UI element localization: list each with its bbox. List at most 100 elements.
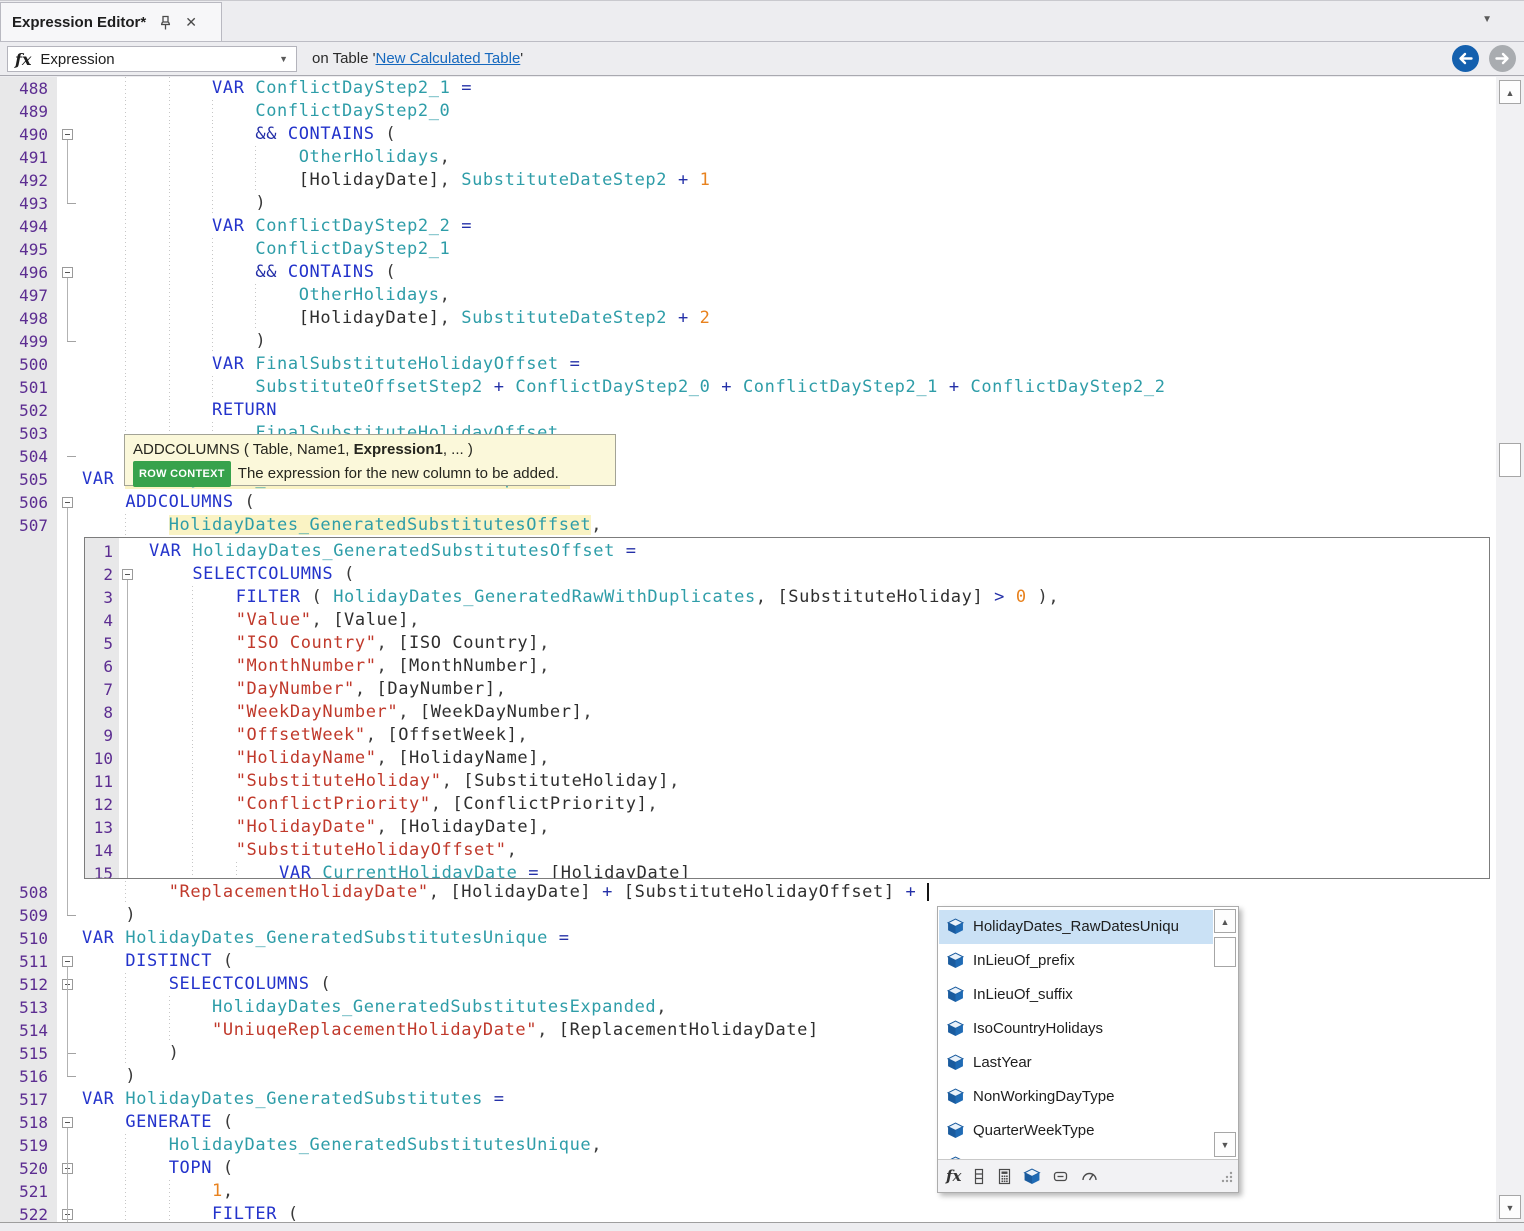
fold-collapse-icon[interactable] [62, 267, 73, 278]
peek-definition-view[interactable]: 1VAR HolidayDates_GeneratedSubstitutesOf… [84, 537, 1490, 879]
autocomplete-item[interactable]: IsoCountryHolidays [939, 1012, 1213, 1046]
autocomplete-item[interactable]: LastYear [939, 1046, 1213, 1080]
code-line[interactable]: 8 "WeekDayNumber", [WeekDayNumber], [85, 701, 1489, 724]
scroll-down-button[interactable]: ▼ [1499, 1195, 1521, 1219]
code-line[interactable]: 516 ) [0, 1065, 1496, 1088]
code-line[interactable]: 491 OtherHolidays, [0, 146, 1496, 169]
code-line[interactable]: 507 HolidayDates_GeneratedSubstitutesOff… [0, 514, 1496, 537]
code-line[interactable]: 494 VAR ConflictDayStep2_2 = [0, 215, 1496, 238]
line-number: 11 [85, 770, 113, 793]
fold-collapse-icon[interactable] [62, 129, 73, 140]
code-editor[interactable]: 488 VAR ConflictDayStep2_1 =489 Conflict… [0, 77, 1496, 1222]
code-line[interactable]: 522 FILTER ( [0, 1203, 1496, 1222]
code-text: ADDCOLUMNS ( [82, 491, 255, 514]
calculator-filter-icon[interactable] [997, 1168, 1012, 1185]
code-line[interactable]: 14 "SubstituteHolidayOffset", [85, 839, 1489, 862]
close-icon[interactable]: ✕ [185, 14, 197, 31]
table-link[interactable]: New Calculated Table [375, 50, 520, 67]
code-text: && CONTAINS ( [82, 261, 396, 284]
code-line[interactable]: 501 SubstituteOffsetStep2 + ConflictDayS… [0, 376, 1496, 399]
autocomplete-item[interactable]: NonWorkingDayType [939, 1080, 1213, 1114]
code-line[interactable]: 517VAR HolidayDates_GeneratedSubstitutes… [0, 1088, 1496, 1111]
code-line[interactable]: 508 "ReplacementHolidayDate", [HolidayDa… [0, 881, 1496, 904]
navigate-forward-button[interactable] [1489, 45, 1516, 72]
code-line[interactable]: 502 RETURN [0, 399, 1496, 422]
code-text: OtherHolidays, [82, 284, 450, 307]
fold-scope-line [67, 990, 68, 1053]
code-line[interactable]: 3 FILTER ( HolidayDates_GeneratedRawWith… [85, 586, 1489, 609]
code-line[interactable]: 515 ) [0, 1042, 1496, 1065]
fold-collapse-icon[interactable] [62, 497, 73, 508]
code-line[interactable]: 512 SELECTCOLUMNS ( [0, 973, 1496, 996]
code-line[interactable]: 7 "DayNumber", [DayNumber], [85, 678, 1489, 701]
code-line[interactable]: 495 ConflictDayStep2_1 [0, 238, 1496, 261]
code-line[interactable]: 490 && CONTAINS ( [0, 123, 1496, 146]
code-line[interactable]: 10 "HolidayName", [HolidayName], [85, 747, 1489, 770]
autocomplete-item[interactable]: InLieuOf_prefix [939, 944, 1213, 978]
scrollbar-thumb[interactable] [1499, 443, 1521, 477]
line-number: 7 [85, 678, 113, 701]
code-line[interactable]: 2 SELECTCOLUMNS ( [85, 563, 1489, 586]
code-line[interactable]: 493 ) [0, 192, 1496, 215]
navigate-back-button[interactable] [1452, 45, 1479, 72]
code-text: HolidayDates_GeneratedSubstitutesExpande… [82, 996, 667, 1019]
code-line[interactable]: 15 VAR CurrentHolidayDate = [HolidayDate… [85, 862, 1489, 879]
window-menu-caret-icon[interactable]: ▼ [1482, 14, 1492, 25]
fx-filter-icon[interactable]: fx [946, 1167, 961, 1185]
scroll-up-button[interactable]: ▲ [1499, 80, 1521, 104]
line-number: 6 [85, 655, 113, 678]
resize-grip[interactable] [1220, 1170, 1234, 1188]
code-line[interactable]: 519 HolidayDates_GeneratedSubstitutesUni… [0, 1134, 1496, 1157]
measure-filter-icon[interactable] [1052, 1168, 1069, 1185]
code-line[interactable]: 6 "MonthNumber", [MonthNumber], [85, 655, 1489, 678]
code-line[interactable]: 1VAR HolidayDates_GeneratedSubstitutesOf… [85, 540, 1489, 563]
code-line[interactable]: 499 ) [0, 330, 1496, 353]
code-line[interactable]: 506 ADDCOLUMNS ( [0, 491, 1496, 514]
column-filter-icon[interactable] [972, 1168, 986, 1185]
editor-vertical-scrollbar[interactable]: ▲ ▼ [1496, 77, 1524, 1222]
code-line[interactable]: 496 && CONTAINS ( [0, 261, 1496, 284]
code-text: "WeekDayNumber", [WeekDayNumber], [149, 701, 593, 724]
code-text: ConflictDayStep2_0 [82, 100, 450, 123]
code-line[interactable]: 12 "ConflictPriority", [ConflictPriority… [85, 793, 1489, 816]
autocomplete-item[interactable]: QuarterWeekType [939, 1114, 1213, 1148]
expression-combobox[interactable]: fx Expression ▼ [7, 46, 297, 72]
code-line[interactable]: 500 VAR FinalSubstituteHolidayOffset = [0, 353, 1496, 376]
code-line[interactable]: 11 "SubstituteHoliday", [SubstituteHolid… [85, 770, 1489, 793]
autocomplete-item-label: LastYear [973, 1046, 1032, 1080]
code-line[interactable]: 509 ) [0, 904, 1496, 927]
fold-collapse-icon[interactable] [62, 956, 73, 967]
code-line[interactable]: 13 "HolidayDate", [HolidayDate], [85, 816, 1489, 839]
fold-scope-line [67, 508, 68, 915]
code-line[interactable]: 510VAR HolidayDates_GeneratedSubstitutes… [0, 927, 1496, 950]
autocomplete-item[interactable]: InLieuOf_suffix [939, 978, 1213, 1012]
fold-collapse-icon[interactable] [122, 569, 133, 580]
code-line[interactable]: 5 "ISO Country", [ISO Country], [85, 632, 1489, 655]
pin-icon[interactable] [158, 15, 173, 31]
code-line[interactable]: 492 [HolidayDate], SubstituteDateStep2 +… [0, 169, 1496, 192]
code-line[interactable]: 497 OtherHolidays, [0, 284, 1496, 307]
autocomplete-scrollbar-thumb[interactable] [1214, 937, 1236, 967]
autocomplete-list[interactable]: QuarterWeekTypeNonWorkingDayTypeLastYear… [938, 907, 1238, 1159]
code-line[interactable]: 513 HolidayDates_GeneratedSubstitutesExp… [0, 996, 1496, 1019]
code-line[interactable]: 488 VAR ConflictDayStep2_1 = [0, 77, 1496, 100]
tab-expression-editor[interactable]: Expression Editor* ✕ [0, 2, 222, 42]
code-line[interactable]: 489 ConflictDayStep2_0 [0, 100, 1496, 123]
autocomplete-item[interactable]: HolidayDates_RawDatesUniqu [939, 910, 1213, 944]
code-line[interactable]: 520 TOPN ( [0, 1157, 1496, 1180]
table-filter-icon[interactable] [1023, 1168, 1041, 1185]
code-line[interactable]: 521 1, [0, 1180, 1496, 1203]
code-line[interactable]: 4 "Value", [Value], [85, 609, 1489, 632]
code-text: "Value", [Value], [149, 609, 420, 632]
code-line[interactable]: 514 "UniuqeReplacementHolidayDate", [Rep… [0, 1019, 1496, 1042]
code-line[interactable]: 518 GENERATE ( [0, 1111, 1496, 1134]
autocomplete-scroll-up-button[interactable]: ▲ [1214, 909, 1236, 933]
code-line[interactable]: 511 DISTINCT ( [0, 950, 1496, 973]
autocomplete-scroll-down-button[interactable]: ▼ [1214, 1132, 1236, 1157]
kpi-filter-icon[interactable] [1080, 1168, 1099, 1185]
fold-collapse-icon[interactable] [62, 1117, 73, 1128]
code-line[interactable]: 9 "OffsetWeek", [OffsetWeek], [85, 724, 1489, 747]
chevron-down-icon[interactable]: ▼ [279, 54, 288, 64]
code-line[interactable]: 498 [HolidayDate], SubstituteDateStep2 +… [0, 307, 1496, 330]
autocomplete-item-partial[interactable] [939, 1148, 1213, 1159]
